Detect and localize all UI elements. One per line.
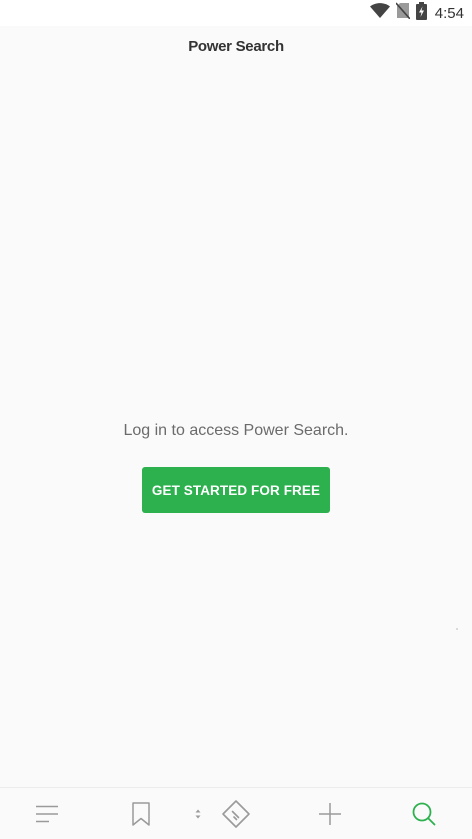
status-bar: 4:54	[0, 0, 472, 26]
nav-menu[interactable]	[24, 788, 70, 839]
nav-tags[interactable]	[212, 788, 260, 839]
menu-icon	[36, 805, 58, 823]
get-started-button[interactable]: GET STARTED FOR FREE	[142, 467, 330, 513]
status-icons: 4:54	[369, 1, 464, 25]
nav-scroll-handle[interactable]	[188, 788, 208, 839]
tag-icon	[221, 799, 251, 829]
nav-new[interactable]	[307, 788, 353, 839]
page-title: Power Search	[188, 38, 284, 55]
no-sim-icon	[395, 2, 411, 24]
bottom-nav	[0, 787, 472, 839]
nav-bookmarks[interactable]	[118, 788, 164, 839]
search-icon	[412, 802, 436, 826]
bookmark-icon	[132, 802, 150, 826]
wifi-icon	[369, 2, 390, 24]
status-time: 4:54	[434, 4, 464, 22]
plus-icon	[319, 803, 341, 825]
battery-charging-icon	[415, 1, 427, 25]
app-screen: 4:54 Power Search Log in to access Power…	[0, 0, 472, 839]
login-message: Log in to access Power Search.	[123, 422, 349, 439]
decorative-dot	[456, 628, 458, 630]
drag-handle-icon	[195, 809, 201, 819]
nav-search[interactable]	[400, 788, 448, 839]
